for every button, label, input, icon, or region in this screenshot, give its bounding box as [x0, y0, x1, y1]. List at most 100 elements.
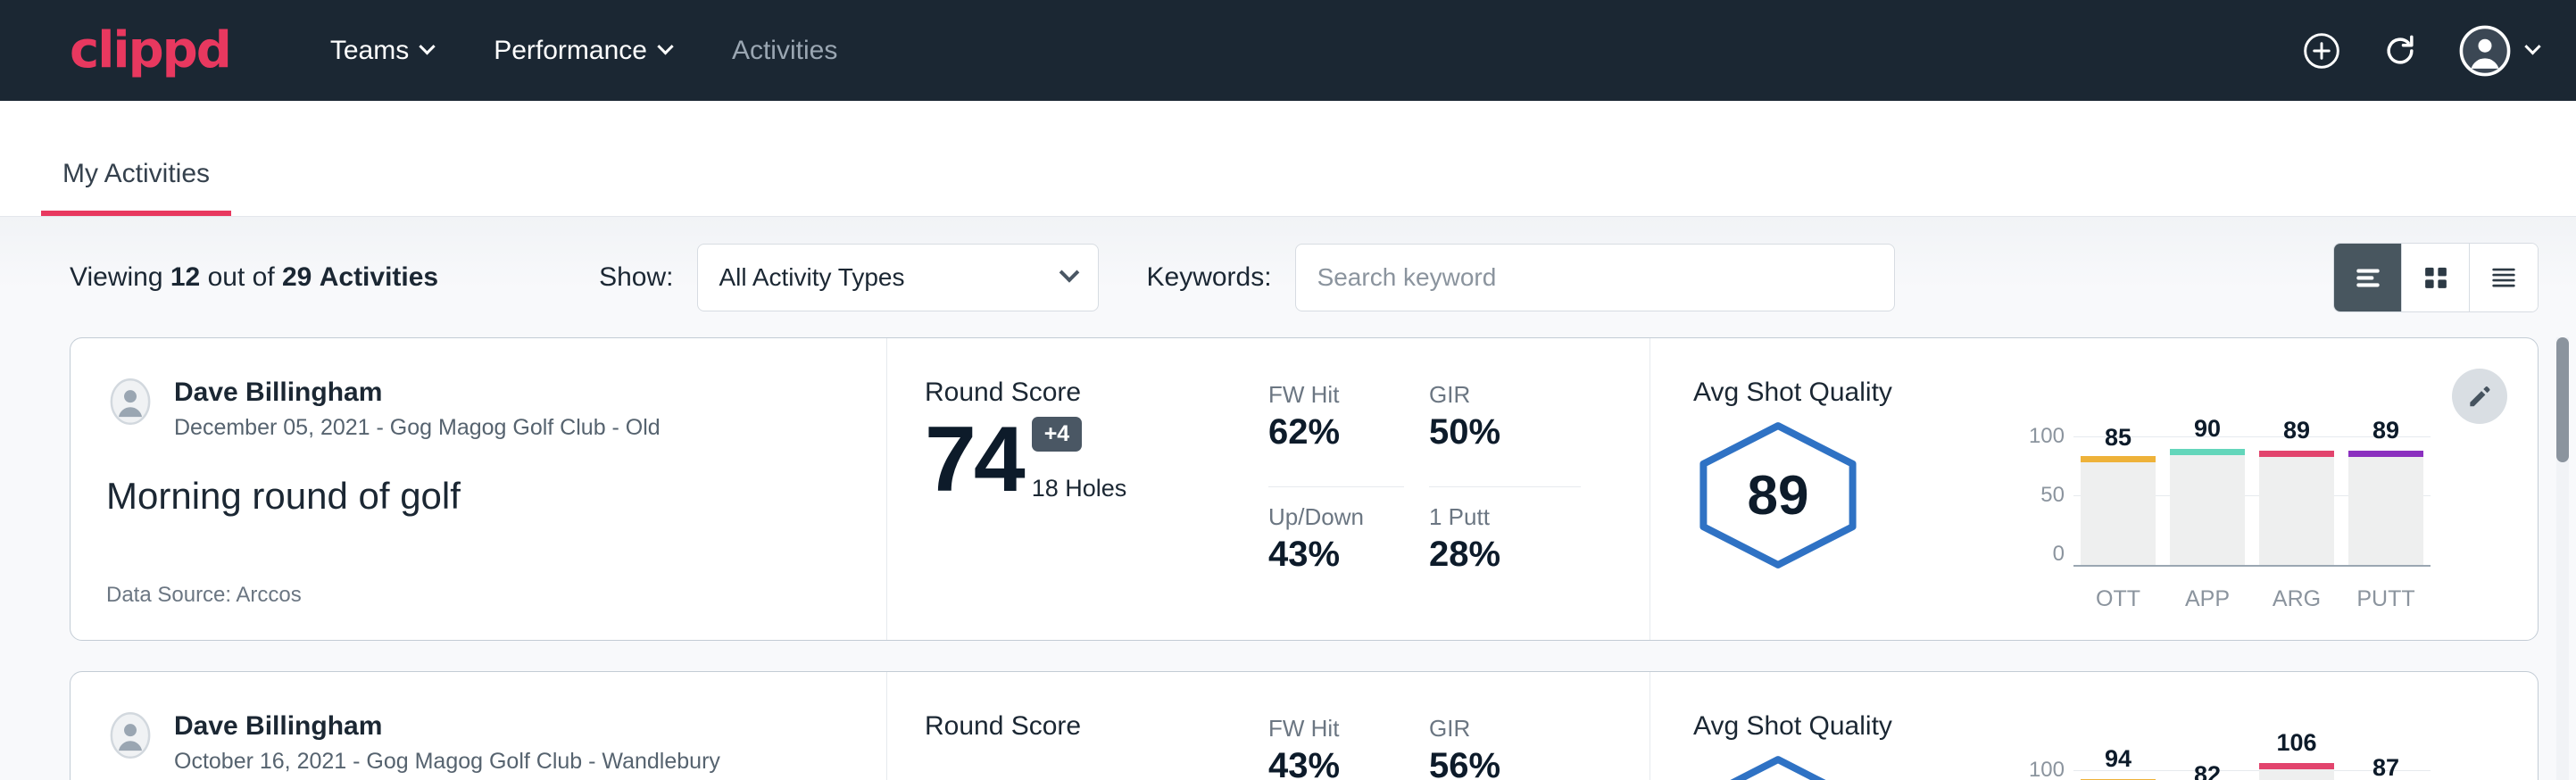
grid-view-icon	[2419, 261, 2453, 295]
scrollbar-thumb[interactable]	[2556, 337, 2569, 462]
primary-nav-links: Teams Performance Activities	[330, 36, 837, 66]
view-mode-grid-button[interactable]	[2402, 244, 2470, 311]
bar-value-arg: 89	[2283, 417, 2310, 444]
player-name: Dave Billingham	[174, 378, 661, 408]
tab-my-activities[interactable]: My Activities	[41, 161, 231, 216]
nav-right-actions	[2302, 25, 2539, 77]
holes-played: 18 Holes	[1032, 475, 1127, 502]
stat-one-putt: 1 Putt 28%	[1429, 503, 1581, 609]
chart-bars: 85 90	[2073, 417, 2431, 565]
search-input[interactable]	[1295, 244, 1895, 311]
round-score-value: 74	[925, 413, 1023, 506]
activity-card-summary: Dave Billingham December 05, 2021 - Gog …	[71, 338, 887, 640]
viewing-suffix: Activities	[320, 262, 438, 292]
avg-shot-quality-score	[1693, 738, 1979, 780]
chevron-down-icon	[1059, 262, 1079, 283]
bar-value-putt: 87	[2372, 754, 2399, 780]
stat-value: 43%	[1268, 746, 1404, 780]
activity-card-list: Dave Billingham December 05, 2021 - Gog …	[0, 337, 2576, 780]
bar-arg	[2259, 763, 2334, 780]
activity-type-select-value: All Activity Types	[719, 263, 905, 292]
account-menu-button[interactable]	[2459, 25, 2539, 77]
account-avatar-icon	[2459, 25, 2511, 77]
bar-putt	[2348, 451, 2423, 565]
page-scrollbar[interactable]	[2556, 337, 2569, 780]
stat-gir: GIR 50%	[1429, 381, 1581, 487]
add-activity-button[interactable]	[2302, 31, 2341, 71]
activity-type-select[interactable]: All Activity Types	[697, 244, 1099, 311]
stat-label: Up/Down	[1268, 503, 1404, 531]
clippd-logo[interactable]: clippd	[70, 26, 230, 76]
activity-card[interactable]: Dave Billingham October 16, 2021 - Gog M…	[70, 671, 2539, 780]
bar-group-app: 90	[2170, 417, 2245, 565]
tab-my-activities-label: My Activities	[62, 159, 210, 188]
edit-activity-button[interactable]	[2452, 369, 2507, 424]
round-stats-grid: FW Hit 62% GIR 50% Up/Down 43% 1 Putt 28…	[1268, 378, 1581, 608]
bar-cap-arg	[2259, 451, 2334, 457]
bar-cap-putt	[2348, 451, 2423, 457]
hexagon-icon	[1693, 754, 1863, 780]
activity-card[interactable]: Dave Billingham December 05, 2021 - Gog …	[70, 337, 2539, 641]
x-label-ott: OTT	[2081, 586, 2156, 612]
stat-label: FW Hit	[1268, 381, 1404, 409]
chevron-down-icon	[657, 38, 673, 54]
viewing-count: 12	[170, 262, 200, 292]
chart-bars: 94 82	[2073, 751, 2431, 780]
bar-value-app: 90	[2194, 415, 2221, 443]
show-filter-group: Show: All Activity Types	[599, 244, 1098, 311]
avg-shot-quality-label: Avg Shot Quality	[1693, 378, 2431, 408]
chevron-down-icon	[420, 38, 436, 54]
stat-fw-hit: FW Hit 62%	[1268, 381, 1404, 487]
bar-cap-arg	[2259, 763, 2334, 769]
round-score-block: Round Score 74 +4 18 Holes	[925, 378, 1268, 608]
bar-group-app: 82	[2170, 751, 2245, 780]
stat-gir: GIR 56%	[1429, 715, 1581, 780]
activity-meta: October 16, 2021 - Gog Magog Golf Club -…	[174, 749, 720, 775]
refresh-icon	[2381, 31, 2420, 71]
bar-group-ott: 94	[2081, 751, 2156, 780]
y-tick-0: 0	[2053, 542, 2065, 567]
bar-value-ott: 94	[2105, 745, 2131, 773]
stat-value: 28%	[1429, 535, 1581, 575]
bar-value-ott: 85	[2105, 424, 2131, 452]
bar-group-putt: 89	[2348, 417, 2423, 565]
stat-label: FW Hit	[1268, 715, 1404, 743]
round-score-label: Round Score	[925, 711, 1268, 742]
viewing-count-text: Viewing 12 out of 29 Activities	[70, 262, 438, 293]
avatar	[106, 378, 154, 426]
bar-group-arg: 89	[2259, 417, 2334, 565]
bar-ott	[2081, 456, 2156, 565]
nav-item-performance-label: Performance	[494, 36, 647, 66]
chart-y-axis: 100 50 0	[2015, 751, 2073, 780]
avg-shot-quality-label: Avg Shot Quality	[1693, 711, 2431, 742]
viewing-total: 29	[282, 262, 312, 292]
stat-label: GIR	[1429, 715, 1581, 743]
bar-app	[2170, 449, 2245, 565]
nav-item-activities[interactable]: Activities	[732, 36, 837, 66]
chart-y-axis: 100 50 0	[2015, 417, 2073, 567]
show-label: Show:	[599, 262, 673, 293]
view-mode-list-button[interactable]	[2334, 244, 2402, 311]
nav-item-performance[interactable]: Performance	[494, 36, 671, 66]
refresh-button[interactable]	[2381, 31, 2420, 71]
bar-group-arg: 106	[2259, 751, 2334, 780]
activity-author: Dave Billingham December 05, 2021 - Gog …	[106, 378, 851, 441]
activity-score-panel: Round Score FW Hit 43% GIR 56%	[887, 672, 1650, 780]
view-mode-compact-button[interactable]	[2470, 244, 2538, 311]
activity-author: Dave Billingham October 16, 2021 - Gog M…	[106, 711, 851, 775]
plus-circle-icon	[2302, 31, 2341, 71]
bar-value-app: 82	[2194, 761, 2221, 780]
view-mode-toggle-group	[2333, 243, 2539, 312]
bar-group-ott: 85	[2081, 417, 2156, 565]
bar-value-arg: 106	[2276, 729, 2316, 757]
compact-view-icon	[2487, 261, 2521, 295]
chart-x-labels: OTT APP ARG PUTT	[2073, 567, 2431, 612]
nav-item-teams[interactable]: Teams	[330, 36, 433, 66]
stat-label: 1 Putt	[1429, 503, 1581, 531]
bar-value-putt: 89	[2372, 417, 2399, 444]
chart-plot-area: 85 90	[2073, 417, 2431, 567]
activity-card-summary: Dave Billingham October 16, 2021 - Gog M…	[71, 672, 887, 780]
score-to-par-badge: +4	[1032, 417, 1083, 452]
y-tick-100: 100	[2029, 758, 2065, 780]
stat-value: 56%	[1429, 746, 1581, 780]
